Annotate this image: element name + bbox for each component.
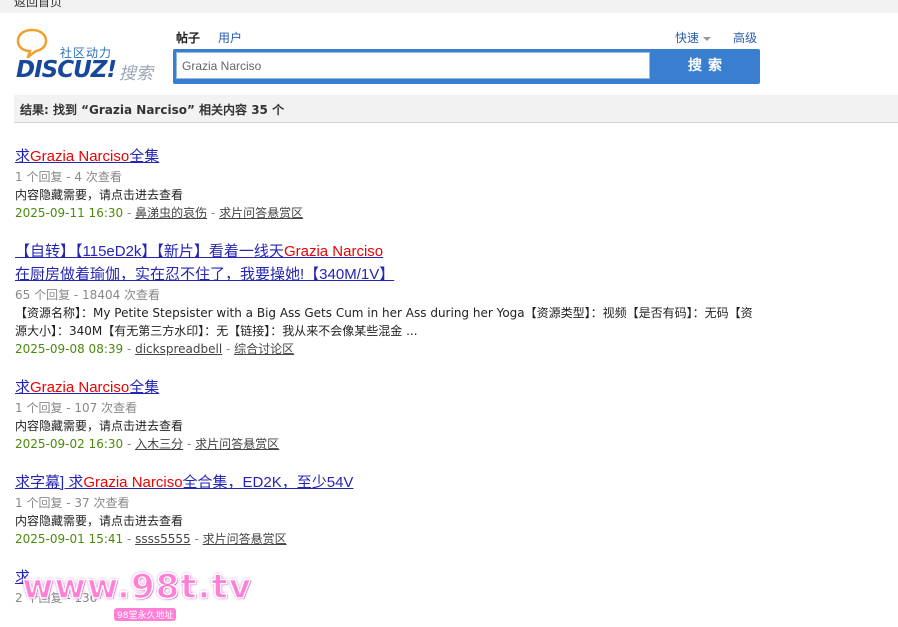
- result-info: 2025-09-08 08:39 - dickspreadbell - 综合讨论…: [15, 342, 295, 356]
- result-date: 2025-09-02 16:30: [15, 437, 124, 451]
- discuz-logo[interactable]: 社区动力 DISCUZ! 搜索: [15, 27, 165, 85]
- tab-users[interactable]: 用户: [218, 29, 242, 46]
- result-forum-link[interactable]: 求片问答悬赏区: [195, 437, 279, 451]
- result-date: 2025-09-01 15:41: [15, 532, 124, 546]
- result-author-link[interactable]: ssss5555: [135, 532, 191, 546]
- result-meta: 1 个回复 - 107 次查看: [15, 401, 138, 415]
- logo-brand: DISCUZ!: [16, 57, 117, 83]
- site-watermark: www.98t.tv 98堂永久地址: [21, 565, 252, 627]
- result-meta: 1 个回复 - 37 次查看: [15, 496, 130, 510]
- result-item: 【自转】【115eD2k】【新片】看着一线天Grazia Narciso在厨房做…: [15, 240, 755, 358]
- result-list: 求Grazia Narciso全集 1 个回复 - 4 次查看 内容隐藏需要，请…: [15, 145, 755, 625]
- result-info: 2025-09-01 15:41 - ssss5555 - 求片问答悬赏区: [15, 532, 287, 546]
- result-item: 求字幕] 求Grazia Narciso全合集，ED2K，至少54V 1 个回复…: [15, 471, 755, 548]
- keyword-highlight: Grazia Narciso: [30, 379, 130, 396]
- result-info: 2025-09-11 16:30 - 鼻涕虫的哀伤 - 求片问答悬赏区: [15, 206, 304, 220]
- back-home-link[interactable]: 返回首页: [14, 0, 62, 10]
- result-author-link[interactable]: dickspreadbell: [135, 342, 222, 356]
- result-meta: 65 个回复 - 18404 次查看: [15, 288, 161, 302]
- result-forum-link[interactable]: 求片问答悬赏区: [203, 532, 287, 546]
- result-title-link[interactable]: 求字幕] 求Grazia Narciso全合集，ED2K，至少54V: [15, 474, 353, 491]
- search-bar: 搜索: [173, 49, 760, 84]
- tab-posts[interactable]: 帖子: [176, 29, 200, 46]
- result-forum-link[interactable]: 求片问答悬赏区: [219, 206, 303, 220]
- result-excerpt: 内容隐藏需要，请点击进去查看: [15, 514, 184, 528]
- watermark-subtext: 98堂永久地址: [114, 608, 177, 621]
- chat-bubble-icon: [16, 28, 48, 58]
- result-summary-bar: 结果: 找到 “Grazia Narciso” 相关内容 35 个: [14, 95, 898, 123]
- top-bar: 返回首页: [0, 0, 898, 13]
- quick-label: 快速: [675, 31, 700, 45]
- result-summary: 结果: 找到 “Grazia Narciso” 相关内容 35 个: [20, 103, 285, 117]
- result-item: 求Grazia Narciso全集 1 个回复 - 107 次查看 内容隐藏需要…: [15, 376, 755, 453]
- search-input[interactable]: [176, 52, 650, 79]
- result-date: 2025-09-08 08:39: [15, 342, 124, 356]
- result-date: 2025-09-11 16:30: [15, 206, 124, 220]
- result-author-link[interactable]: 鼻涕虫的哀伤: [135, 206, 207, 220]
- logo-search-word: 搜索: [119, 64, 153, 84]
- result-author-link[interactable]: 入木三分: [135, 437, 183, 451]
- watermark-url: www.98t.tv: [21, 566, 252, 608]
- chevron-down-icon: [703, 36, 712, 41]
- search-button[interactable]: 搜索: [658, 51, 758, 82]
- result-forum-link[interactable]: 综合讨论区: [234, 342, 294, 356]
- advanced-search-link[interactable]: 高级: [733, 29, 757, 46]
- keyword-highlight: Grazia Narciso: [30, 148, 130, 165]
- result-excerpt: 【资源名称】：My Petite Stepsister with a Big A…: [15, 306, 753, 338]
- result-title-link[interactable]: 【自转】【115eD2k】【新片】看着一线天Grazia Narciso在厨房做…: [15, 243, 394, 283]
- keyword-highlight: Grazia Narciso: [283, 243, 384, 260]
- result-info: 2025-09-02 16:30 - 入木三分 - 求片问答悬赏区: [15, 437, 280, 451]
- result-title-link[interactable]: 求Grazia Narciso全集: [15, 379, 159, 396]
- keyword-highlight: Grazia Narciso: [83, 474, 183, 491]
- result-item: 求Grazia Narciso全集 1 个回复 - 4 次查看 内容隐藏需要，请…: [15, 145, 755, 222]
- result-title-link[interactable]: 求Grazia Narciso全集: [15, 148, 159, 165]
- quick-dropdown[interactable]: 快速: [675, 29, 712, 46]
- result-meta: 1 个回复 - 4 次查看: [15, 170, 122, 184]
- result-excerpt: 内容隐藏需要，请点击进去查看: [15, 419, 184, 433]
- result-excerpt: 内容隐藏需要，请点击进去查看: [15, 188, 184, 202]
